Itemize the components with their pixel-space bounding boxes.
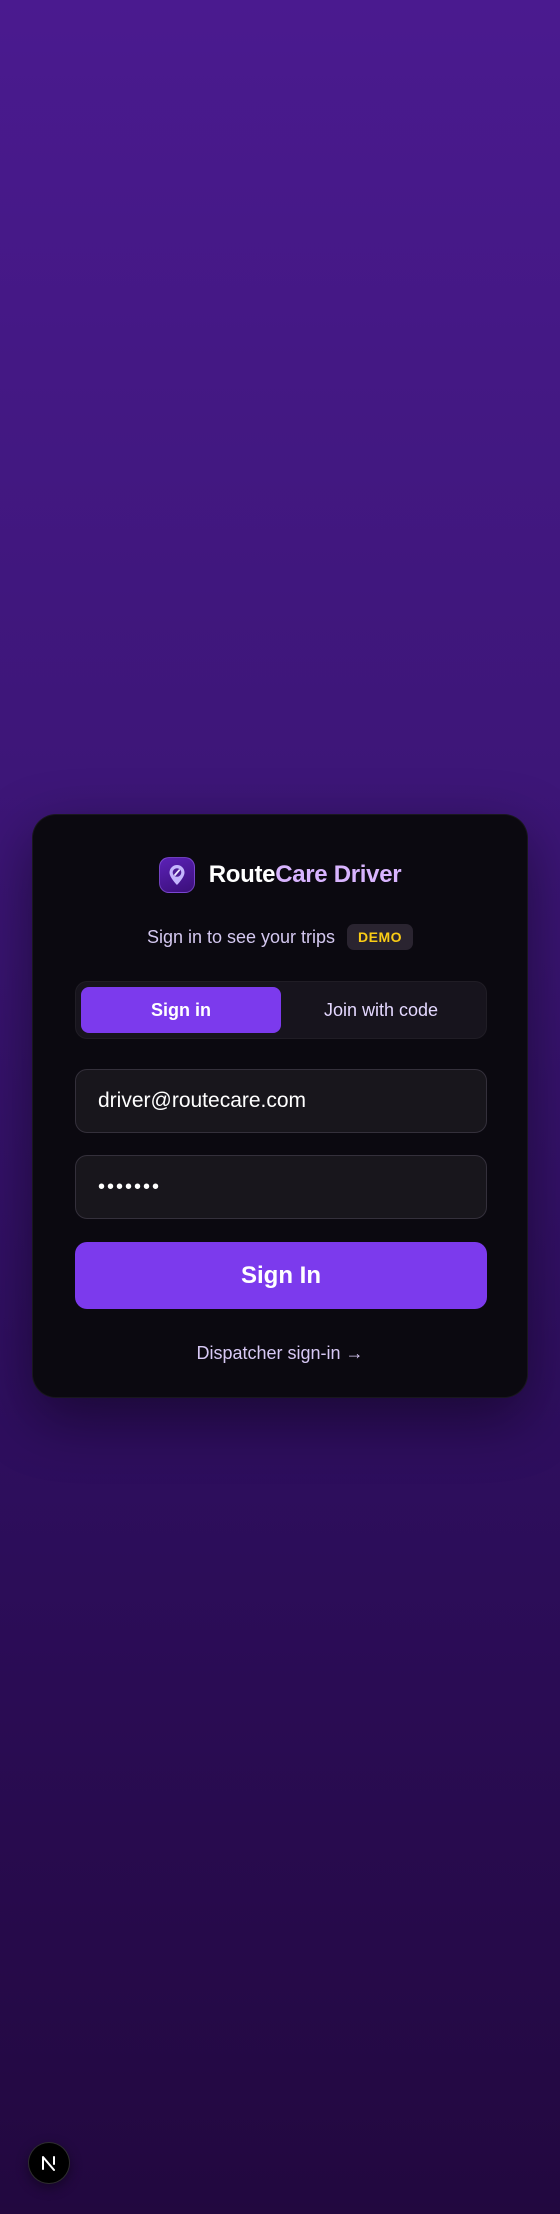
password-field[interactable]: ••••••• (75, 1155, 487, 1219)
subtitle-text: Sign in to see your trips (146, 926, 336, 947)
brand-header: RouteCare Driver (33, 857, 527, 893)
app-title: RouteCare Driver (209, 861, 402, 889)
map-pin-logo-icon (158, 857, 195, 893)
subtitle-row: Sign in to see your trips DEMO (33, 924, 527, 950)
auth-mode-tabs: Sign in Join with code (75, 981, 487, 1039)
sign-in-button[interactable]: Sign In (75, 1242, 487, 1309)
demo-badge: DEMO (347, 924, 414, 950)
signin-card: RouteCare Driver Sign in to see your tri… (32, 814, 528, 1398)
dispatcher-sign-in-link[interactable]: Dispatcher sign-in → (33, 1343, 527, 1364)
app-title-part2: Care Driver (275, 861, 402, 888)
nextjs-icon[interactable] (28, 2142, 70, 2184)
tab-sign-in[interactable]: Sign in (81, 987, 281, 1033)
app-title-part1: Route (208, 861, 276, 888)
tab-join-with-code[interactable]: Join with code (281, 987, 481, 1033)
email-field[interactable]: driver@routecare.com (75, 1069, 487, 1133)
